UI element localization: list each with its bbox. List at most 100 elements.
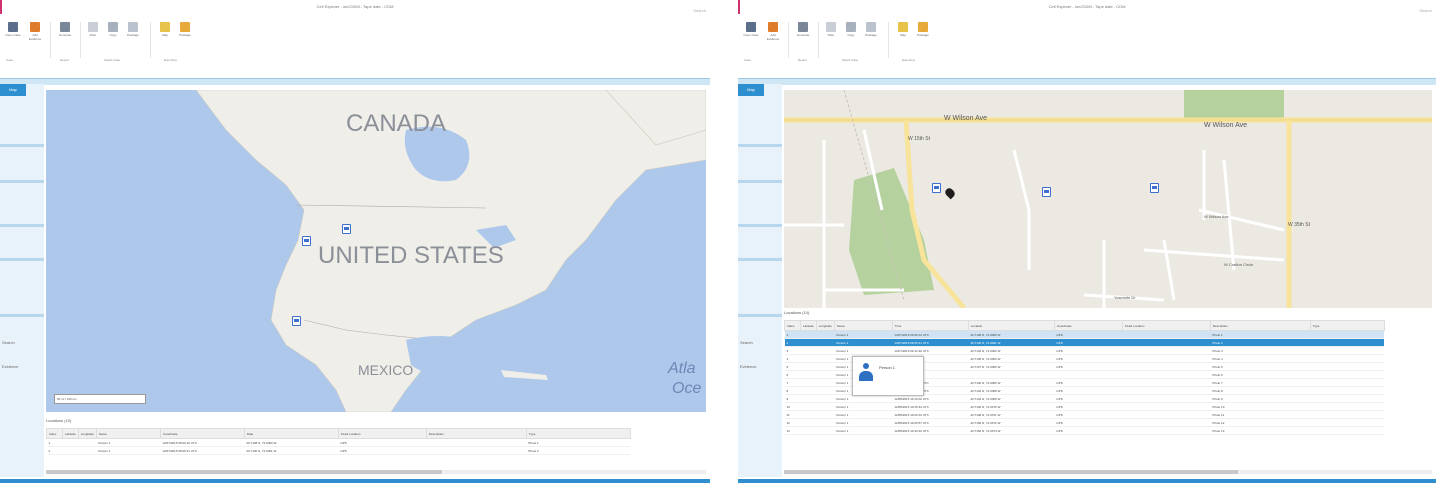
cell [1122, 362, 1211, 371]
cell: GPS [1054, 410, 1123, 419]
cell: Photo 2 [1210, 338, 1311, 347]
filter-button[interactable]: Filter [84, 20, 102, 54]
column-header[interactable]: Description [425, 428, 527, 439]
cell: Person 1 [834, 426, 893, 435]
cell: 12/07/2015 09:05:21 UTC [892, 338, 969, 347]
nav-item-search[interactable]: Search [2, 340, 15, 345]
cell [800, 410, 817, 419]
column-header[interactable]: Type [1309, 320, 1385, 331]
column-header[interactable]: Time [891, 320, 969, 331]
add-evidence-button[interactable]: Add Evidence [26, 20, 44, 54]
cell [816, 402, 835, 411]
column-header[interactable]: Latitude [62, 428, 79, 439]
table-row[interactable]: 2 Person 1 12/07/2015 09:05:21 UTC 40.7130 … [46, 446, 631, 455]
table-row[interactable]: 1 Person 1 12/07/2015 09:00:10 UTC 40.7128 … [46, 438, 631, 447]
column-header[interactable]: Location [967, 320, 1055, 331]
column-header[interactable]: Name [95, 428, 161, 439]
contact-popup[interactable]: Person 1 [852, 356, 924, 396]
export-package-button[interactable]: Package [176, 20, 194, 54]
add-evidence-button[interactable]: Add Evidence [764, 20, 782, 54]
ribbon-group-label: Select Case [104, 58, 121, 62]
cell: 7 [784, 378, 801, 387]
column-header[interactable]: Longitude [77, 428, 97, 439]
map-button[interactable]: Map [894, 20, 912, 54]
ribbon: Open Case Add Evidence Generate Filter C… [738, 18, 1436, 74]
ribbon-divider [888, 22, 889, 58]
cell: 3 [784, 346, 801, 355]
street-map[interactable]: W Wilson Ave W Wilson Ave W Wilson Ave W… [784, 90, 1432, 308]
tab-map[interactable]: Map [0, 84, 26, 96]
table-row[interactable]: 12 Person 1 12/08/2015 10:25:57 UTC 40.7150… [784, 418, 1385, 427]
search-box[interactable]: Search [1392, 8, 1432, 18]
horizontal-scrollbar[interactable] [46, 470, 706, 474]
column-header[interactable]: Name [833, 320, 893, 331]
cell: 12/08/2015 10:15:44 UTC [892, 402, 969, 411]
copy-icon [846, 22, 856, 32]
filter-button[interactable]: Filter [822, 20, 840, 54]
cell: GPS [1054, 346, 1123, 355]
column-header[interactable]: Index [784, 320, 801, 331]
table-row[interactable]: 2 Person 1 12/07/2015 09:05:21 UTC 40.7130 … [784, 338, 1385, 347]
search-box[interactable]: Search [666, 8, 706, 18]
generate-button[interactable]: Generate [794, 20, 812, 54]
table-row[interactable]: 11 Person 1 12/08/2015 10:20:19 UTC 40.7148… [784, 410, 1385, 419]
ribbon-divider [50, 22, 51, 58]
column-header[interactable]: Latitude [800, 320, 817, 331]
horizontal-scrollbar[interactable] [784, 470, 1432, 474]
column-header[interactable]: Fixed Location [1121, 320, 1211, 331]
cell: Photo 4 [1210, 354, 1311, 363]
scrollbar-thumb[interactable] [46, 470, 442, 474]
column-header[interactable]: Fixed Location [337, 428, 427, 439]
ribbon-divider [788, 22, 789, 58]
cell [1310, 410, 1385, 419]
column-header[interactable]: Coordinate [159, 428, 245, 439]
cell: Person 1 [834, 402, 893, 411]
column-header[interactable]: Coordinate [1053, 320, 1123, 331]
cell: 40.7144 N, 74.0069 W [968, 394, 1055, 403]
location-pin[interactable] [1042, 187, 1051, 197]
column-header[interactable]: Index [46, 428, 63, 439]
ribbon-bottom-border [0, 78, 710, 85]
map-label-united-states: UNITED STATES [318, 242, 504, 269]
column-header[interactable]: Longitude [815, 320, 835, 331]
copy-button[interactable]: Copy [104, 20, 122, 54]
nav-item-evidence[interactable]: Evidence [2, 364, 18, 369]
location-pin[interactable] [932, 183, 941, 193]
map-button[interactable]: Map [156, 20, 174, 54]
package-button[interactable]: Package [124, 20, 142, 54]
copy-button[interactable]: Copy [842, 20, 860, 54]
cell [1054, 370, 1123, 379]
cell: Person 1 [96, 446, 161, 455]
world-map[interactable]: CANADA UNITED STATES MEXICO Atla Oce 50 … [46, 90, 706, 412]
cell: GPS [1054, 378, 1123, 387]
column-header[interactable]: Description [1209, 320, 1311, 331]
table-row[interactable]: 10 Person 1 12/08/2015 10:15:44 UTC 40.7146… [784, 402, 1385, 411]
open-case-button[interactable]: Open Case [742, 20, 760, 54]
generate-button[interactable]: Generate [56, 20, 74, 54]
nav-divider [0, 144, 44, 147]
cell [62, 446, 79, 455]
cell: 40.7152 N, 74.0074 W [968, 426, 1055, 435]
export-package-button[interactable]: Package [914, 20, 932, 54]
nav-item-search[interactable]: Search [740, 340, 753, 345]
ribbon-divider [818, 22, 819, 58]
cell: 40.7130 N, 74.0061 W [244, 446, 339, 455]
nav-item-evidence[interactable]: Evidence [740, 364, 756, 369]
table-row[interactable]: 13 Person 1 12/08/2015 10:30:40 UTC 40.7152… [784, 426, 1385, 435]
scrollbar-thumb[interactable] [784, 470, 1238, 474]
tab-map[interactable]: Map [738, 84, 764, 96]
location-pin[interactable] [292, 316, 301, 326]
nav-divider [0, 258, 44, 261]
location-pin[interactable] [302, 236, 311, 246]
table-row[interactable]: 3 Person 1 12/07/2015 09:12:30 UTC 40.7132 … [784, 346, 1385, 355]
open-case-button[interactable]: Open Case [4, 20, 22, 54]
cell: 40.7140 N, 74.0066 W [968, 378, 1055, 387]
table-row[interactable]: 1 Person 1 12/07/2015 09:00:10 UTC 40.7128 … [784, 330, 1385, 339]
location-pin[interactable] [1150, 183, 1159, 193]
column-header[interactable]: Type [525, 428, 631, 439]
cell: GPS [1054, 402, 1123, 411]
column-header[interactable]: Date [243, 428, 339, 439]
street-label: W Crafton Circle [1224, 262, 1254, 267]
package-button[interactable]: Package [862, 20, 880, 54]
location-pin[interactable] [342, 224, 351, 234]
